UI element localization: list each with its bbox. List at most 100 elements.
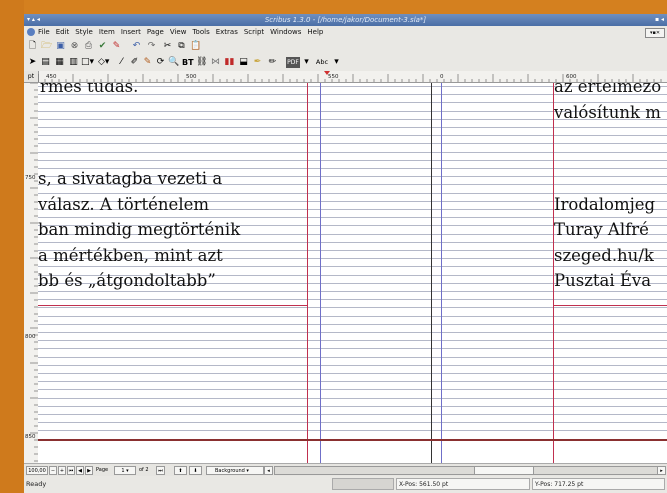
baseline-grid-line [38, 291, 667, 292]
column-guide [320, 83, 321, 463]
menu-bar: File Edit Style Item Insert Page View Tools Extr… [24, 26, 667, 38]
pdf-export-icon[interactable]: ✎ [111, 41, 122, 52]
text-style-dropdown-icon[interactable]: ▾ [331, 57, 342, 68]
baseline-grid-line [38, 364, 667, 366]
layer-name: Background [215, 468, 245, 474]
table-icon[interactable]: ▥ [68, 57, 79, 68]
left-column-text-line: bb és „átgondoltabb” [38, 271, 216, 290]
text-frame-icon[interactable]: ▤ [40, 57, 51, 68]
horizontal-scrollbar[interactable] [274, 466, 659, 475]
preflight-icon[interactable]: ✔ [97, 41, 108, 52]
ruler-label: 800 [25, 334, 36, 340]
scrollbar-thumb[interactable] [474, 466, 534, 475]
left-column-text-line: a mértékben, mint azt [38, 246, 223, 265]
y-position-field: Y-Pos: 717.25 pt [532, 478, 665, 490]
copy-properties-icon[interactable]: ⬓ [238, 57, 249, 68]
baseline-grid-line [38, 323, 667, 325]
copy-icon[interactable]: ⧉ [176, 41, 187, 52]
text-style-button[interactable]: Abc [312, 57, 332, 68]
menu-insert[interactable]: Insert [121, 26, 141, 38]
bezier-icon[interactable]: ✐ [129, 57, 140, 68]
page-label: Page [96, 467, 109, 473]
zoom-out-button[interactable]: − [49, 466, 57, 475]
baseline-grid-line [38, 266, 667, 268]
zoom-in-button[interactable]: + [58, 466, 66, 475]
rotate-icon[interactable]: ⟳ [155, 57, 166, 68]
right-column-text-line: Pusztai Éva [554, 271, 652, 290]
undo-icon[interactable]: ↶ [131, 41, 142, 52]
status-text: Ready [26, 480, 47, 488]
cut-icon[interactable]: ✂ [162, 41, 173, 52]
page-select[interactable]: 1 ▾ [114, 466, 136, 475]
menu-tools[interactable]: Tools [192, 26, 209, 38]
baseline-grid-line [38, 241, 667, 243]
baseline-grid-line [38, 159, 667, 161]
baseline-grid-line [38, 127, 667, 128]
menu-item[interactable]: Item [99, 26, 115, 38]
menu-windows[interactable]: Windows [270, 26, 301, 38]
open-folder-icon[interactable]: 🗁 [41, 41, 52, 52]
prev-page-button[interactable]: ◀ [76, 466, 84, 475]
layer-down-button[interactable]: ⬇ [189, 466, 202, 475]
baseline-grid-line [38, 143, 667, 145]
menu-page[interactable]: Page [147, 26, 164, 38]
baseline-grid-line [38, 192, 667, 194]
document-canvas[interactable]: rmes tudás. s, a sivatagba vezeti a válasz… [38, 83, 667, 463]
image-frame-icon[interactable]: ▦ [54, 57, 65, 68]
menu-file[interactable]: File [38, 26, 50, 38]
status-bar: Ready X-Pos: 561.50 pt Y-Pos: 717.25 pt [24, 476, 667, 493]
shape-icon[interactable]: □▾ [81, 57, 94, 68]
page-count: of 2 [139, 467, 149, 473]
ruler-label: 0 [440, 74, 444, 80]
baseline-grid-line [38, 217, 667, 219]
edit-text-icon[interactable]: ВТ [182, 57, 194, 68]
polygon-icon[interactable]: ◇▾ [98, 57, 109, 68]
layer-select[interactable]: Background ▾ [206, 466, 264, 475]
zoom-icon[interactable]: 🔍 [168, 57, 179, 68]
app-icon [27, 28, 35, 36]
print-icon[interactable]: ⎙ [83, 41, 94, 52]
link-frames-icon[interactable]: ⛓ [196, 57, 207, 68]
margin-guide [38, 305, 307, 306]
zoom-field[interactable]: 100,00 % [26, 466, 48, 483]
status-progress-field [332, 478, 394, 490]
last-page-button[interactable]: ⏭ [156, 466, 165, 475]
freehand-icon[interactable]: ✎ [142, 57, 153, 68]
first-page-button[interactable]: ⏮ [67, 466, 75, 475]
menu-style[interactable]: Style [75, 26, 93, 38]
next-page-button[interactable]: ▶ [85, 466, 93, 475]
menu-edit[interactable]: Edit [56, 26, 70, 38]
menu-help[interactable]: Help [307, 26, 323, 38]
redo-icon[interactable]: ↷ [146, 41, 157, 52]
pencil-icon[interactable]: ✏ [267, 57, 278, 68]
measure-icon[interactable]: ▮▮ [224, 57, 235, 68]
scroll-left-button[interactable]: ◂ [264, 466, 273, 475]
horizontal-ruler: 450 500 550 0 600 [38, 71, 662, 82]
baseline-grid-line [38, 135, 667, 137]
menu-script[interactable]: Script [244, 26, 264, 38]
scroll-right-button[interactable]: ▸ [657, 466, 666, 475]
mdi-window-buttons[interactable]: ▾▪✕ [645, 28, 665, 38]
paste-icon[interactable]: 📋 [190, 41, 201, 52]
menu-view[interactable]: View [170, 26, 187, 38]
baseline-grid-line [38, 422, 667, 424]
save-icon[interactable]: ▣ [55, 41, 66, 52]
close-icon[interactable]: ⊗ [69, 41, 80, 52]
menu-extras[interactable]: Extras [216, 26, 238, 38]
new-document-icon[interactable]: 🗋 [27, 41, 38, 52]
line-icon[interactable]: ⁄ [116, 57, 127, 68]
window-controls[interactable]: ▪ ◂ [655, 16, 664, 24]
select-arrow-icon[interactable]: ➤ [27, 57, 38, 68]
eyedropper-icon[interactable]: ✒ [252, 57, 263, 68]
ruler-unit-label[interactable]: pt [24, 71, 39, 82]
margin-guide [307, 83, 308, 463]
baseline-grid-line [38, 381, 667, 383]
ruler-label: 450 [46, 74, 57, 80]
right-column-text-line: Turay Alfré [554, 220, 649, 239]
layer-up-button[interactable]: ⬆ [174, 466, 187, 475]
baseline-grid-line [38, 414, 667, 415]
pdf-tools-icon[interactable]: PDF [286, 57, 300, 68]
unlink-frames-icon[interactable]: ⋈ [210, 57, 221, 68]
page-edge [431, 83, 432, 463]
pdf-tools-dropdown-icon[interactable]: ▾ [301, 57, 312, 68]
